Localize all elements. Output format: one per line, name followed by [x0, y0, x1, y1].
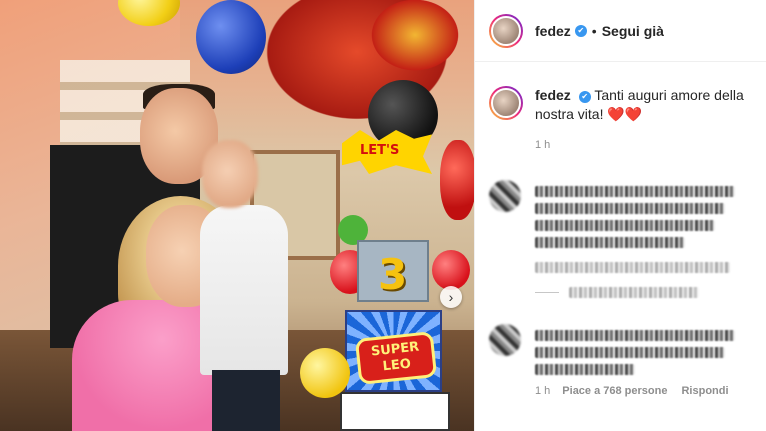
- follow-button[interactable]: Segui già: [602, 23, 664, 39]
- comment-avatar-blurred[interactable]: [489, 180, 521, 212]
- reply-button[interactable]: Rispondi: [681, 385, 728, 397]
- red-balloon: [440, 140, 474, 220]
- cake-bottom-tier: [340, 392, 450, 431]
- blurred-text-line: [535, 330, 735, 341]
- red-balloon-right: [432, 250, 470, 290]
- child-body: [200, 205, 288, 375]
- blurred-text-line: [535, 203, 725, 214]
- ironman-balloon-head: [360, 0, 470, 80]
- avatar[interactable]: [489, 13, 523, 48]
- blurred-text-line: [535, 186, 735, 197]
- view-replies[interactable]: [535, 287, 755, 298]
- blurred-text-line: [535, 364, 635, 375]
- caption-body: fedez ✔ Tanti auguri amore della nostra …: [535, 86, 755, 155]
- blurred-view-replies-text: [569, 287, 699, 298]
- carousel-next-button[interactable]: ›: [440, 286, 462, 308]
- comment-meta: 1 h Piace a 768 persone Rispondi: [535, 385, 755, 397]
- comments-list[interactable]: fedez ✔ Tanti auguri amore della nostra …: [475, 62, 766, 397]
- child-head-blurred: [202, 140, 258, 208]
- comment-avatar-blurred[interactable]: [489, 324, 521, 356]
- comment-item: [489, 180, 766, 298]
- comment-body-blurred: 1 h Piace a 768 persone Rispondi: [535, 324, 755, 397]
- post-header: fedez ✔ • Segui già: [475, 0, 766, 62]
- yellow-balloon-bottom: [300, 348, 350, 398]
- blue-star-balloon: [196, 0, 266, 74]
- cake-number: 3: [378, 250, 408, 299]
- caption-username[interactable]: fedez: [535, 87, 571, 103]
- comment-timestamp[interactable]: 1 h: [535, 385, 550, 397]
- blurred-text-line: [535, 220, 715, 231]
- child-legs: [212, 370, 280, 431]
- caption: fedez ✔ Tanti auguri amore della nostra …: [489, 86, 766, 155]
- blurred-text-line: [535, 237, 685, 248]
- comment-likes[interactable]: Piace a 768 persone: [562, 385, 667, 397]
- cake-sign: SUPER LEO: [358, 334, 434, 382]
- comment-body-blurred: [535, 180, 755, 298]
- avatar-image: [491, 15, 521, 46]
- comic-sign-text: LET'S: [360, 143, 400, 158]
- verified-icon: ✔: [578, 91, 591, 103]
- avatar-image: [491, 88, 521, 118]
- blurred-text-line: [535, 347, 725, 358]
- post-side-panel: fedez ✔ • Segui già fedez ✔ Tanti auguri…: [474, 0, 766, 431]
- caption-avatar[interactable]: [489, 86, 523, 120]
- separator-dot: •: [591, 22, 597, 39]
- header-username[interactable]: fedez: [535, 23, 571, 39]
- comment-item: 1 h Piace a 768 persone Rispondi: [489, 324, 766, 397]
- blurred-meta-line: [535, 262, 730, 273]
- caption-timestamp[interactable]: 1 h: [535, 136, 755, 155]
- view-replies-line: [535, 292, 559, 293]
- verified-icon: ✔: [574, 24, 587, 37]
- post-photo[interactable]: LET'S 3 SUPER LEO ›: [0, 0, 474, 431]
